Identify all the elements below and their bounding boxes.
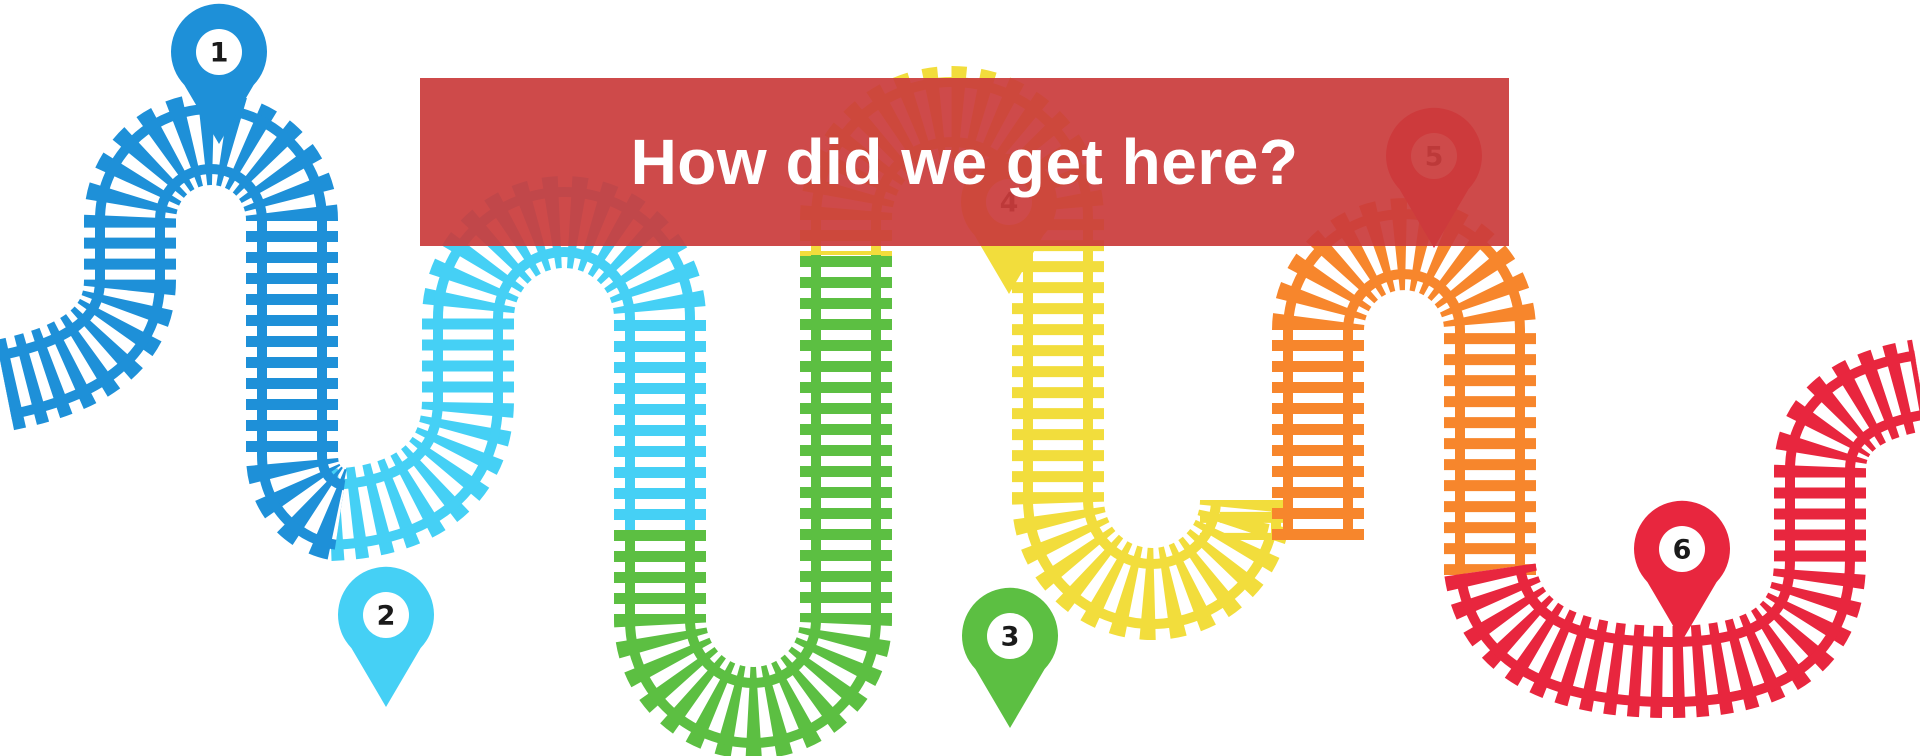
track-segment-cyan: [327, 176, 706, 561]
banner-title: How did we get here?: [630, 126, 1299, 198]
title-banner: How did we get here?: [420, 78, 1509, 246]
track-segment-orange: [1272, 198, 1536, 575]
milestone-pin-3: 3: [962, 587, 1059, 728]
milestone-number: 1: [210, 38, 229, 69]
milestone-pin-6: 6: [1634, 500, 1731, 641]
milestone-pin-2: 2: [338, 566, 434, 707]
milestone-number: 3: [1001, 622, 1020, 653]
milestone-number: 6: [1673, 535, 1692, 566]
track-segment-blue: [0, 93, 350, 561]
milestone-number: 2: [377, 601, 396, 632]
